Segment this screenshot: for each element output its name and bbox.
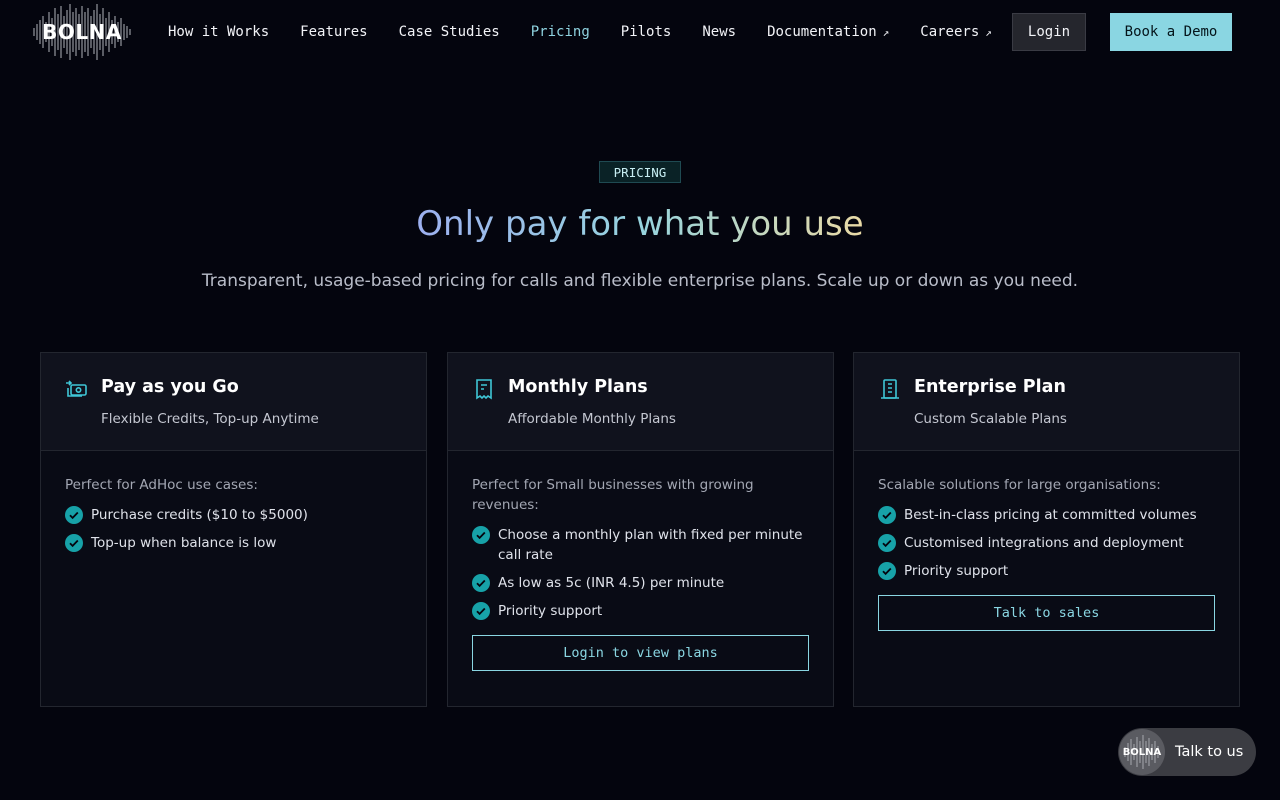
external-link-icon: ↗: [985, 25, 992, 39]
logo-text: BOLNA: [42, 20, 122, 44]
check-circle-icon: [878, 506, 896, 524]
feature-text: As low as 5c (INR 4.5) per minute: [498, 575, 725, 591]
card-header: Monthly Plans Affordable Monthly Plans: [448, 353, 833, 451]
hero-subtitle: Transparent, usage-based pricing for cal…: [201, 271, 1079, 291]
feature-text: Top-up when balance is low: [91, 535, 277, 551]
card-description: Perfect for AdHoc use cases:: [65, 477, 258, 493]
feature-item: Best-in-class pricing at committed volum…: [878, 505, 1215, 525]
card-subtitle: Affordable Monthly Plans: [508, 411, 676, 427]
feature-text: Purchase credits ($10 to $5000): [91, 507, 308, 523]
nav-documentation[interactable]: Documentation ↗: [767, 24, 889, 40]
nav-documentation-label: Documentation: [767, 24, 877, 40]
card-description: Scalable solutions for large organisatio…: [878, 477, 1161, 493]
plan-card-monthly: Monthly Plans Affordable Monthly Plans P…: [447, 352, 834, 707]
feature-text: Priority support: [904, 563, 1009, 579]
plan-card-pay-as-you-go: Pay as you Go Flexible Credits, Top-up A…: [40, 352, 427, 707]
check-circle-icon: [878, 562, 896, 580]
card-subtitle: Flexible Credits, Top-up Anytime: [101, 411, 319, 427]
card-header: Pay as you Go Flexible Credits, Top-up A…: [41, 353, 426, 451]
feature-item: Priority support: [472, 601, 809, 621]
voice-agent-avatar: BOLNA: [1119, 729, 1165, 775]
feature-item: As low as 5c (INR 4.5) per minute: [472, 573, 809, 593]
feature-item: Top-up when balance is low: [65, 533, 402, 553]
card-header: Enterprise Plan Custom Scalable Plans: [854, 353, 1239, 451]
card-title: Monthly Plans: [508, 377, 648, 397]
book-demo-button[interactable]: Book a Demo: [1110, 13, 1232, 51]
feature-text: Choose a monthly plan with fixed per min…: [498, 527, 803, 563]
nav-case-studies[interactable]: Case Studies: [399, 24, 500, 40]
hero-title-container: Only pay for what you use: [0, 204, 1280, 244]
nav-pricing[interactable]: Pricing: [531, 24, 590, 40]
feature-text: Priority support: [498, 603, 603, 619]
check-circle-icon: [65, 506, 83, 524]
money-icon: [66, 380, 87, 397]
card-subtitle: Custom Scalable Plans: [914, 411, 1067, 427]
feature-item: Customised integrations and deployment: [878, 533, 1215, 553]
feature-text: Best-in-class pricing at committed volum…: [904, 507, 1197, 523]
login-button[interactable]: Login: [1012, 13, 1086, 51]
nav-careers[interactable]: Careers ↗: [920, 24, 992, 40]
avatar-text: BOLNA: [1122, 746, 1162, 758]
external-link-icon: ↗: [882, 25, 890, 39]
section-badge: PRICING: [599, 161, 681, 183]
building-icon: [881, 379, 899, 399]
feature-item: Priority support: [878, 561, 1215, 581]
bolna-logo[interactable]: BOLNA: [32, 2, 132, 62]
nav-news[interactable]: News: [702, 24, 736, 40]
feature-item: Purchase credits ($10 to $5000): [65, 505, 402, 525]
nav-pilots[interactable]: Pilots: [621, 24, 672, 40]
feature-item: Choose a monthly plan with fixed per min…: [472, 525, 809, 565]
feature-text: Customised integrations and deployment: [904, 535, 1184, 551]
nav-how-it-works[interactable]: How it Works: [168, 24, 269, 40]
check-circle-icon: [472, 526, 490, 544]
talk-to-us-label: Talk to us: [1175, 744, 1244, 760]
talk-to-sales-button[interactable]: Talk to sales: [878, 595, 1215, 631]
check-circle-icon: [472, 574, 490, 592]
top-navigation: BOLNA How it Works Features Case Studies…: [0, 0, 1280, 64]
nav-features[interactable]: Features: [300, 24, 367, 40]
check-circle-icon: [878, 534, 896, 552]
card-title: Enterprise Plan: [914, 377, 1066, 397]
page-title: Only pay for what you use: [416, 204, 864, 244]
nav-careers-label: Careers: [920, 24, 980, 40]
nav-links: How it Works Features Case Studies Prici…: [168, 0, 1023, 64]
check-circle-icon: [65, 534, 83, 552]
card-description: Perfect for Small businesses with growin…: [472, 477, 754, 513]
card-title: Pay as you Go: [101, 377, 239, 397]
check-circle-icon: [472, 602, 490, 620]
plan-card-enterprise: Enterprise Plan Custom Scalable Plans Sc…: [853, 352, 1240, 707]
talk-to-us-button[interactable]: BOLNA Talk to us: [1118, 728, 1256, 776]
receipt-icon: [476, 379, 492, 400]
login-to-view-plans-button[interactable]: Login to view plans: [472, 635, 809, 671]
